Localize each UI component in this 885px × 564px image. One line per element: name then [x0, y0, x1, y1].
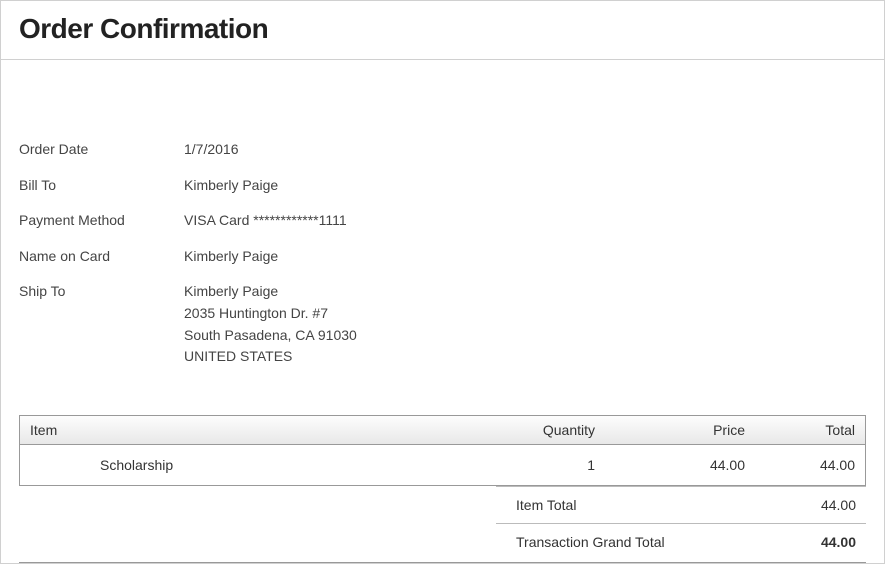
col-header-item: Item: [20, 416, 495, 444]
detail-name-on-card: Name on Card Kimberly Paige: [19, 247, 866, 267]
header: Order Confirmation: [1, 1, 884, 60]
totals-section: Item Total 44.00 Transaction Grand Total…: [19, 486, 866, 563]
line-item-quantity: 1: [495, 455, 605, 475]
label-bill-to: Bill To: [19, 176, 184, 196]
grand-total-row: Transaction Grand Total 44.00: [496, 523, 866, 560]
page-title: Order Confirmation: [19, 13, 866, 45]
item-total-label: Item Total: [506, 497, 756, 513]
items-table: Item Quantity Price Total Scholarship 1 …: [19, 415, 866, 486]
value-bill-to: Kimberly Paige: [184, 176, 278, 196]
ship-to-city-state-zip: South Pasadena, CA 91030: [184, 326, 357, 346]
label-name-on-card: Name on Card: [19, 247, 184, 267]
col-header-price: Price: [605, 416, 755, 444]
line-item-price: 44.00: [605, 455, 755, 475]
line-item-row: Scholarship 1 44.00 44.00: [20, 445, 865, 485]
totals-wrapper: Item Total 44.00 Transaction Grand Total…: [496, 486, 866, 560]
label-ship-to: Ship To: [19, 282, 184, 368]
value-ship-to: Kimberly Paige 2035 Huntington Dr. #7 So…: [184, 282, 357, 368]
items-header-row: Item Quantity Price Total: [20, 416, 865, 445]
col-header-total: Total: [755, 416, 865, 444]
label-order-date: Order Date: [19, 140, 184, 160]
label-payment-method: Payment Method: [19, 211, 184, 231]
ship-to-country: UNITED STATES: [184, 347, 357, 367]
ship-to-name: Kimberly Paige: [184, 282, 357, 302]
item-total-value: 44.00: [756, 497, 856, 513]
order-details: Order Date 1/7/2016 Bill To Kimberly Pai…: [1, 60, 884, 415]
order-confirmation-panel: Order Confirmation Order Date 1/7/2016 B…: [0, 0, 885, 564]
grand-total-label: Transaction Grand Total: [506, 534, 756, 550]
item-total-row: Item Total 44.00: [496, 486, 866, 523]
detail-order-date: Order Date 1/7/2016: [19, 140, 866, 160]
line-item-name: Scholarship: [20, 455, 495, 475]
line-item-total: 44.00: [755, 455, 865, 475]
detail-bill-to: Bill To Kimberly Paige: [19, 176, 866, 196]
value-order-date: 1/7/2016: [184, 140, 239, 160]
detail-payment-method: Payment Method VISA Card ************111…: [19, 211, 866, 231]
value-payment-method: VISA Card ************1111: [184, 211, 347, 231]
value-name-on-card: Kimberly Paige: [184, 247, 278, 267]
col-header-quantity: Quantity: [495, 416, 605, 444]
ship-to-address1: 2035 Huntington Dr. #7: [184, 304, 357, 324]
detail-ship-to: Ship To Kimberly Paige 2035 Huntington D…: [19, 282, 866, 368]
grand-total-value: 44.00: [756, 534, 856, 550]
